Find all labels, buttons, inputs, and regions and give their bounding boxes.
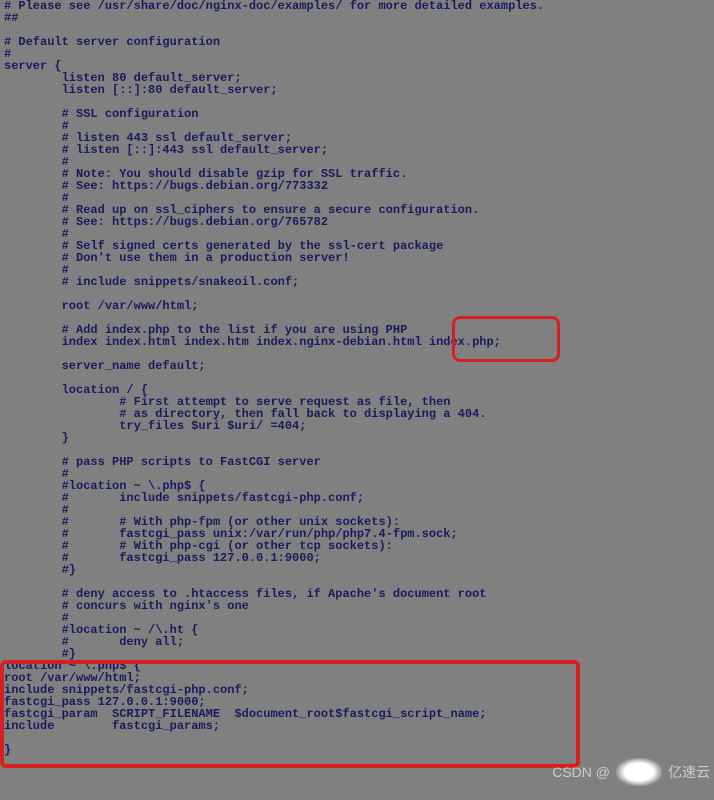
watermark: CSDN @ 亿速云 — [552, 758, 710, 786]
config-text[interactable]: # Please see /usr/share/doc/nginx-doc/ex… — [4, 0, 544, 757]
watermark-brand-text: 亿速云 — [668, 765, 710, 779]
cloud-icon — [616, 758, 662, 786]
highlight-index-php — [452, 316, 560, 362]
highlight-php-location-block — [0, 660, 580, 768]
watermark-csdn-text: CSDN @ — [552, 765, 610, 779]
config-file-editor[interactable]: # Please see /usr/share/doc/nginx-doc/ex… — [0, 0, 714, 756]
